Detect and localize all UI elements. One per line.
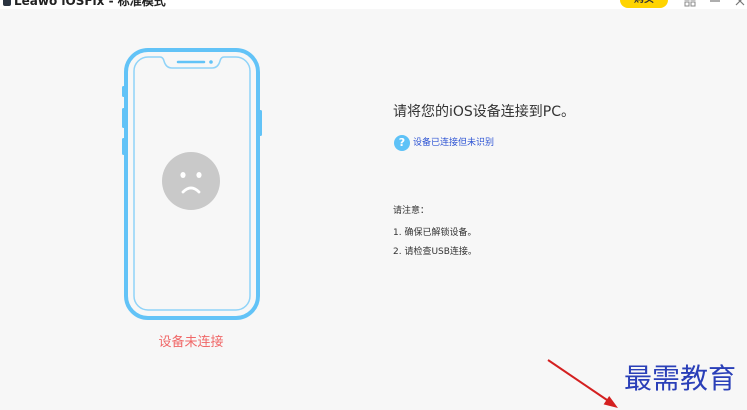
phone-illustration [122,48,262,320]
phone-camera [209,60,213,64]
close-icon[interactable] [734,0,746,7]
menu-icon[interactable] [684,0,696,7]
watermark: 最需教育 [624,362,737,395]
app-icon [3,0,11,6]
minimize-icon[interactable] [709,0,721,7]
question-icon[interactable]: ? [394,135,410,151]
help-link[interactable]: 设备已连接但未识别 [413,138,494,149]
connect-heading: 请将您的iOS设备连接到PC。 [393,104,576,120]
sad-face-icon [162,152,220,210]
buy-button[interactable]: 购买 [620,0,668,8]
device-status: 设备未连接 [158,335,224,350]
note-step: 2. 请检查USB连接。 [393,247,477,257]
note-step: 1. 确保已解锁设备。 [393,228,477,238]
window-title: Leawo iOSFix - 标准模式 [14,0,166,8]
red-arrow-icon [547,359,618,408]
note-title: 请注意： [393,206,430,216]
